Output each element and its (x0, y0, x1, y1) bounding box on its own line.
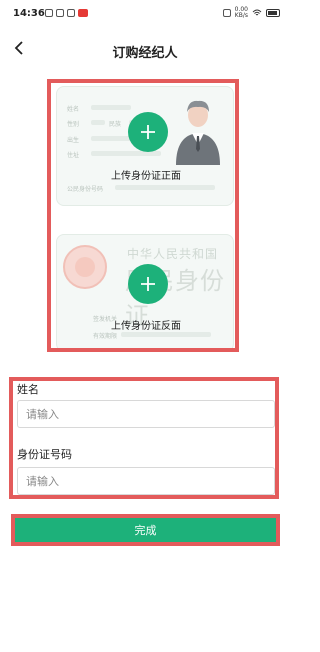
upload-front-button[interactable] (128, 112, 168, 152)
field-label-name: 姓名 (67, 106, 80, 113)
id-front-upload[interactable]: 姓名 性别 民族 出生 住址 公民身份号码 上传身份证正面 (56, 86, 234, 206)
id-number-label: 身份证号码 (17, 448, 72, 461)
id-back-upload[interactable]: 中华人民共和国 居民身份证 上传身份证反面 签发机关 有效期限 (56, 234, 234, 348)
country-name: 中华人民共和国 (127, 247, 219, 261)
net-speed: 0.00 KB/s (234, 6, 248, 19)
field-label-gender: 性别 (67, 121, 80, 128)
field-label-ethnicity: 民族 (109, 121, 122, 128)
done-button[interactable]: 完成 (15, 518, 276, 542)
app-icon (67, 9, 75, 17)
portrait-icon (176, 100, 220, 165)
field-line (115, 185, 215, 190)
upload-back-caption: 上传身份证反面 (111, 321, 181, 332)
field-label-id-number: 公民身份号码 (67, 186, 104, 193)
system-icons: 0.00 KB/s (222, 6, 280, 19)
vibrate-icon (222, 9, 231, 17)
id-number-input[interactable] (17, 467, 275, 495)
wifi-icon (252, 9, 262, 16)
field-line (91, 120, 105, 125)
page-title: 订购经纪人 (112, 46, 178, 61)
name-label: 姓名 (17, 383, 39, 396)
field-label-validity: 有效期限 (93, 333, 118, 340)
sync-icon (45, 9, 53, 17)
national-emblem-icon (63, 245, 107, 289)
plus-icon (141, 277, 155, 291)
app-badge-icon (78, 9, 88, 17)
status-time: 14:36 (13, 8, 45, 19)
battery-icon (266, 9, 280, 17)
field-label-birth: 出生 (67, 137, 80, 144)
status-bar: 14:36 0.00 KB/s (0, 0, 290, 28)
done-button-highlight: 完成 (11, 514, 280, 546)
form-section: 姓名 身份证号码 (9, 377, 279, 499)
name-input[interactable] (17, 400, 275, 428)
id-card-upload-panel: 姓名 性别 民族 出生 住址 公民身份号码 上传身份证正面 中华人民共和国 居民… (47, 79, 239, 352)
header: 订购经纪人 (0, 32, 290, 66)
upload-front-caption: 上传身份证正面 (111, 171, 181, 182)
field-label-issuer: 签发机关 (93, 316, 118, 323)
field-line (121, 332, 211, 337)
plus-icon (141, 125, 155, 139)
download-icon (56, 9, 64, 17)
notification-icons (45, 9, 88, 17)
field-line (91, 105, 131, 110)
field-label-address: 住址 (67, 152, 80, 159)
upload-back-button[interactable] (128, 264, 168, 304)
